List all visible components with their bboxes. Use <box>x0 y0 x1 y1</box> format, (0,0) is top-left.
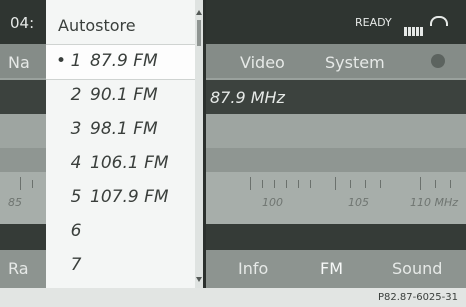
preset-number: 1 <box>70 51 82 71</box>
preset-item-3[interactable]: 3 98.1 FM <box>46 113 196 147</box>
preset-item-7[interactable]: 7 <box>46 249 196 283</box>
preset-number: 2 <box>70 85 82 105</box>
scale-label-85: 85 <box>8 196 22 209</box>
scale-label-105: 105 <box>348 196 369 209</box>
preset-number: 6 <box>70 221 82 241</box>
phone-hangup-icon <box>430 16 448 26</box>
circle-icon <box>431 54 445 68</box>
preset-number: 4 <box>70 153 82 173</box>
bottom-item-fm[interactable]: FM <box>320 259 343 278</box>
time-display: 04: <box>10 14 35 32</box>
preset-frequency: 106.1 FM <box>90 153 169 173</box>
autostore-menu: Autostore • 1 87.9 FM 2 90.1 FM 3 98.1 F… <box>46 0 206 288</box>
preset-number: 3 <box>70 119 82 139</box>
nav-item-video[interactable]: Video <box>240 53 285 72</box>
preset-item-1[interactable]: • 1 87.9 FM <box>46 44 196 80</box>
preset-item-5[interactable]: 5 107.9 FM <box>46 181 196 215</box>
bottom-item-sound[interactable]: Sound <box>392 259 442 278</box>
scroll-down-icon[interactable] <box>196 277 202 282</box>
current-frequency: 87.9 MHz <box>210 88 285 107</box>
preset-number: 5 <box>70 187 82 207</box>
scroll-thumb[interactable] <box>197 20 201 46</box>
scrollbar[interactable] <box>195 0 203 288</box>
autostore-title: Autostore <box>58 16 136 35</box>
display-screen: 04: READY Na Video System 87.9 MHz 85 10… <box>0 0 466 288</box>
scale-label-100: 100 <box>262 196 283 209</box>
preset-item-4[interactable]: 4 106.1 FM <box>46 147 196 181</box>
preset-frequency: 90.1 FM <box>90 85 158 105</box>
preset-item-2[interactable]: 2 90.1 FM <box>46 79 196 113</box>
bottom-item-info[interactable]: Info <box>238 259 268 278</box>
scale-label-110: 110 MHz <box>410 196 459 209</box>
bottom-item-radio[interactable]: Ra <box>8 259 29 278</box>
figure-code: P82.87-6025-31 <box>377 292 458 303</box>
preset-item-6[interactable]: 6 <box>46 215 196 249</box>
nav-item-navi[interactable]: Na <box>8 53 30 72</box>
preset-frequency: 98.1 FM <box>90 119 158 139</box>
signal-bars-icon <box>404 17 424 36</box>
ready-status: READY <box>355 16 392 29</box>
preset-number: 7 <box>70 255 82 275</box>
selected-dot-icon: • <box>56 51 67 71</box>
preset-frequency: 87.9 FM <box>90 51 158 71</box>
scroll-up-icon[interactable] <box>196 10 202 15</box>
nav-item-system[interactable]: System <box>325 53 385 72</box>
preset-frequency: 107.9 FM <box>90 187 169 207</box>
